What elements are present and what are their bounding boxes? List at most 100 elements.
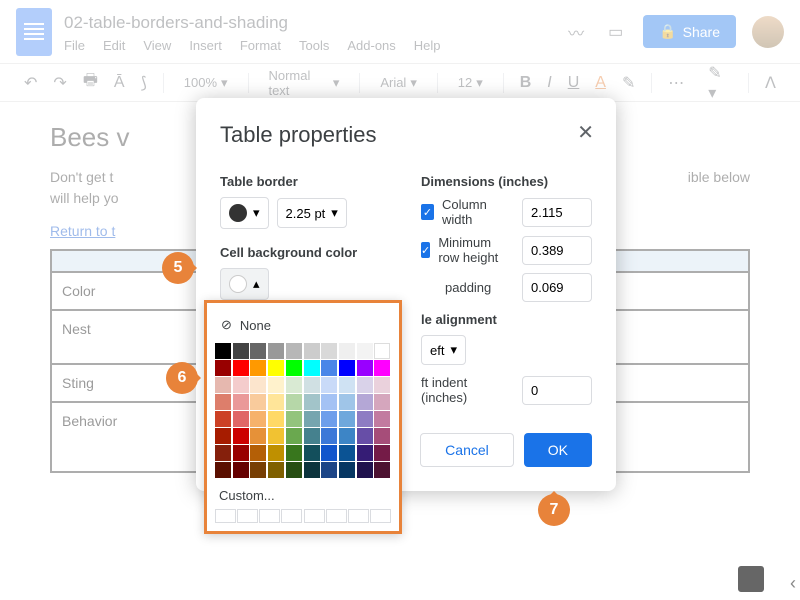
color-swatch[interactable]: [268, 445, 284, 461]
color-swatch[interactable]: [357, 394, 373, 410]
color-swatch[interactable]: [339, 411, 355, 427]
indent-input[interactable]: [522, 376, 592, 405]
cancel-button[interactable]: Cancel: [420, 433, 514, 467]
color-swatch[interactable]: [321, 428, 337, 444]
color-swatch[interactable]: [339, 377, 355, 393]
color-swatch[interactable]: [374, 445, 390, 461]
color-swatch[interactable]: [339, 445, 355, 461]
color-swatch[interactable]: [215, 445, 231, 461]
color-swatch[interactable]: [321, 462, 337, 478]
alignment-label: le alignment: [421, 312, 592, 327]
color-swatch[interactable]: [374, 377, 390, 393]
column-width-input[interactable]: [522, 198, 592, 227]
color-swatch[interactable]: [286, 377, 302, 393]
color-swatch[interactable]: [215, 377, 231, 393]
color-swatch[interactable]: [374, 360, 390, 376]
color-swatch[interactable]: [357, 462, 373, 478]
color-swatch[interactable]: [250, 428, 266, 444]
cell-bg-dropdown[interactable]: ▴: [220, 268, 269, 300]
color-swatch[interactable]: [339, 394, 355, 410]
annotation-6: 6: [166, 362, 198, 394]
color-swatch[interactable]: [268, 394, 284, 410]
color-swatch[interactable]: [268, 360, 284, 376]
color-swatch[interactable]: [233, 445, 249, 461]
color-swatch[interactable]: [374, 428, 390, 444]
color-swatch[interactable]: [357, 445, 373, 461]
annotation-5: 5: [162, 252, 194, 284]
color-swatch[interactable]: [286, 411, 302, 427]
color-swatch[interactable]: [286, 428, 302, 444]
color-swatch[interactable]: [215, 394, 231, 410]
color-swatch[interactable]: [233, 343, 249, 359]
color-swatch[interactable]: [357, 428, 373, 444]
color-swatch[interactable]: [321, 377, 337, 393]
color-swatch[interactable]: [339, 428, 355, 444]
color-swatch[interactable]: [357, 343, 373, 359]
color-swatch[interactable]: [286, 394, 302, 410]
color-swatch[interactable]: [215, 428, 231, 444]
color-swatch[interactable]: [374, 462, 390, 478]
row-height-checkbox[interactable]: ✓: [421, 242, 430, 258]
color-swatch[interactable]: [304, 462, 320, 478]
color-swatch[interactable]: [304, 343, 320, 359]
color-swatch[interactable]: [268, 462, 284, 478]
color-swatch[interactable]: [233, 411, 249, 427]
padding-input[interactable]: [522, 273, 592, 302]
color-swatch[interactable]: [339, 343, 355, 359]
color-swatch[interactable]: [304, 428, 320, 444]
explore-icon[interactable]: [738, 566, 764, 592]
color-swatch[interactable]: [268, 343, 284, 359]
color-swatch[interactable]: [215, 343, 231, 359]
color-swatch[interactable]: [286, 445, 302, 461]
color-custom[interactable]: Custom...: [215, 482, 391, 509]
color-swatch[interactable]: [250, 445, 266, 461]
border-width-dropdown[interactable]: 2.25 pt ▾: [277, 198, 347, 228]
color-swatch[interactable]: [321, 411, 337, 427]
close-icon[interactable]: ✕: [577, 120, 594, 145]
color-swatch[interactable]: [250, 360, 266, 376]
color-swatch[interactable]: [304, 394, 320, 410]
color-swatch[interactable]: [339, 360, 355, 376]
color-swatch[interactable]: [268, 411, 284, 427]
border-color-dropdown[interactable]: ▾: [220, 197, 269, 229]
color-swatch[interactable]: [215, 360, 231, 376]
alignment-dropdown[interactable]: eft ▾: [421, 335, 466, 365]
color-swatch[interactable]: [321, 343, 337, 359]
color-swatch[interactable]: [286, 343, 302, 359]
color-swatch[interactable]: [250, 411, 266, 427]
color-swatch[interactable]: [339, 462, 355, 478]
color-swatch[interactable]: [233, 462, 249, 478]
column-width-checkbox[interactable]: ✓: [421, 204, 434, 220]
color-swatch[interactable]: [304, 411, 320, 427]
color-swatch[interactable]: [233, 394, 249, 410]
row-height-input[interactable]: [522, 236, 592, 265]
color-none[interactable]: ⊘ None: [215, 311, 391, 339]
color-swatch[interactable]: [357, 411, 373, 427]
color-swatch[interactable]: [374, 394, 390, 410]
color-swatch[interactable]: [250, 377, 266, 393]
color-swatch[interactable]: [321, 394, 337, 410]
color-swatch[interactable]: [233, 360, 249, 376]
color-swatch[interactable]: [286, 360, 302, 376]
color-swatch[interactable]: [215, 462, 231, 478]
color-swatch[interactable]: [286, 462, 302, 478]
color-swatch[interactable]: [233, 428, 249, 444]
color-swatch[interactable]: [321, 445, 337, 461]
color-swatch[interactable]: [304, 377, 320, 393]
color-swatch[interactable]: [321, 360, 337, 376]
color-swatch[interactable]: [304, 445, 320, 461]
color-swatch[interactable]: [233, 377, 249, 393]
color-swatch[interactable]: [304, 360, 320, 376]
color-swatch[interactable]: [374, 343, 390, 359]
color-swatch[interactable]: [250, 462, 266, 478]
color-swatch[interactable]: [357, 360, 373, 376]
color-swatch[interactable]: [374, 411, 390, 427]
color-swatch[interactable]: [215, 411, 231, 427]
color-swatch[interactable]: [250, 343, 266, 359]
color-swatch[interactable]: [268, 377, 284, 393]
ok-button[interactable]: OK: [524, 433, 592, 467]
color-swatch[interactable]: [268, 428, 284, 444]
scroll-left-icon[interactable]: ‹: [790, 573, 796, 594]
color-swatch[interactable]: [357, 377, 373, 393]
color-swatch[interactable]: [250, 394, 266, 410]
